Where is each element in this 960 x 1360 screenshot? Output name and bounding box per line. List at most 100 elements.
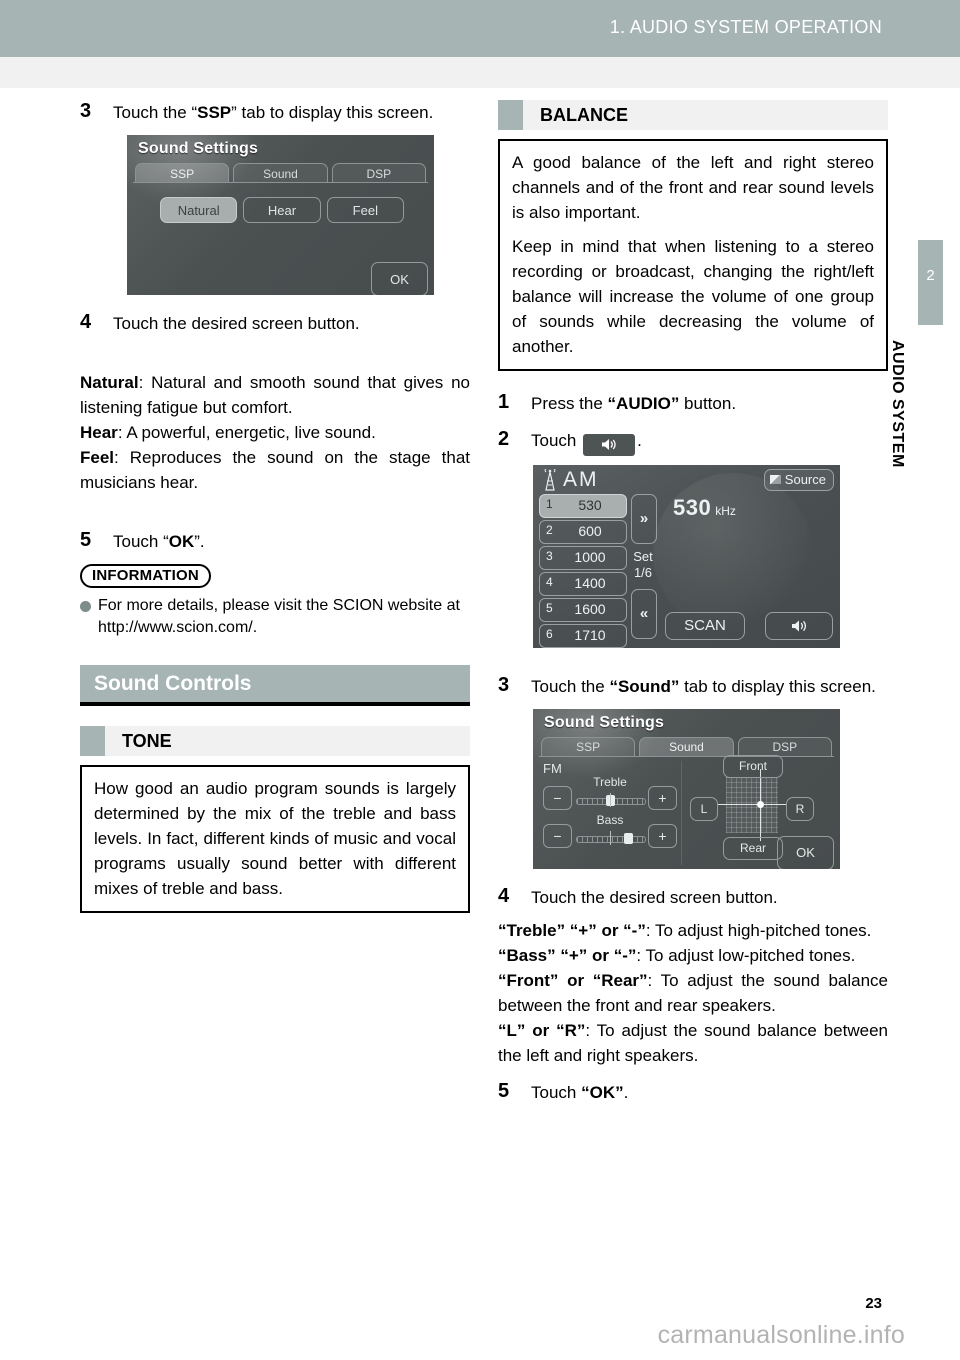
balance-paragraph-1: A good balance of the left and right ste… [512,153,874,222]
panel-divider [681,760,682,865]
tab-dsp[interactable]: DSP [737,736,832,757]
channel-label: FM [543,760,562,776]
slider-center-mark [610,830,611,845]
step-text: Touch the “Sound” tab to display this sc… [531,676,876,696]
step-number: 2 [498,428,510,450]
set-page: 1/6 [633,564,653,580]
balance-callout: A good balance of the left and right ste… [498,139,888,371]
screen-title: Sound Settings [544,713,665,731]
screen-tabs: SSP Sound DSP [133,163,428,183]
preset-frequency: 1000 [574,548,606,565]
equalizer-panel: FM − Treble + − Bass + [539,761,679,863]
ssp-button-natural[interactable]: Natural [160,197,238,223]
frequency-display: 530 kHz [673,495,736,521]
subheading-tone: TONE [80,726,470,756]
tab-dsp[interactable]: DSP [331,163,426,183]
balance-paragraph-2: Keep in mind that when listening to a st… [512,237,874,356]
section-heading-sound-controls: Sound Controls [80,665,470,706]
right-step-1: 1 Press the “AUDIO” button. [498,391,888,416]
bullet-icon [80,601,91,612]
preset-button-2[interactable]: 2 600 [539,519,627,544]
page-header-band [0,57,960,88]
treble-slider[interactable]: Treble [576,775,646,809]
slider-center-mark [610,792,611,807]
subheading-swatch [80,726,105,756]
treble-plus-button[interactable]: + [648,785,677,810]
tab-separator [539,755,834,757]
fader-horizontal-axis [718,803,786,805]
volume-button[interactable] [765,611,833,640]
fader-position-dot [757,800,764,808]
step-number: 3 [498,673,510,696]
bass-slider[interactable]: Bass [576,813,646,847]
step-number: 1 [498,391,510,413]
watermark: carmanualsonline.info [657,1321,905,1349]
slider-knob[interactable] [623,832,633,844]
rear-button[interactable]: Rear [723,836,783,860]
step-number: 4 [80,311,92,333]
speaker-icon-button[interactable] [583,433,636,456]
scan-button[interactable]: SCAN [665,611,745,640]
next-page-button[interactable]: » [631,493,657,544]
preset-frequency: 600 [578,522,602,539]
page-number: 23 [865,1295,882,1312]
slider-track [576,835,646,843]
ok-button[interactable]: OK [777,835,834,869]
step-text: Touch the desired screen button. [531,887,778,907]
ssp-button-hear[interactable]: Hear [243,197,321,223]
adjustment-front-rear: “Front” or “Rear”: To adjust the sound b… [498,970,888,1015]
right-step-3: 3 Touch the “Sound” tab to display this … [498,674,888,699]
step-text: Touch “OK”. [531,1082,629,1102]
step-number: 5 [498,1079,510,1102]
step-text: Touch “OK”. [113,532,205,551]
tab-ssp[interactable]: SSP [135,163,230,183]
information-item: For more details, please visit the SCION… [80,595,470,639]
ok-button[interactable]: OK [371,262,428,295]
source-icon [769,474,781,484]
step-text: Press the “AUDIO” button. [531,394,737,413]
bass-minus-button[interactable]: − [543,823,572,848]
bass-plus-button[interactable]: + [648,823,677,848]
frequency-unit: kHz [715,503,736,518]
screen-title: Sound Settings [138,140,259,157]
bass-label: Bass [596,812,624,827]
step-number: 5 [80,529,92,551]
preset-frequency: 530 [578,496,602,513]
band-label: AM [563,467,599,491]
adjustment-treble: “Treble” “+” or “-”: To adjust high-pitc… [498,920,872,940]
preset-list: 1 530 2 600 3 1000 4 1400 5 1600 6 1710 [539,493,627,648]
fader-balance-grid[interactable] [718,768,786,841]
tab-separator [133,182,428,183]
tone-callout-text: How good an audio program sounds is larg… [94,779,456,898]
ssp-settings-screenshot: Sound Settings SSP Sound DSP Natural Hea… [127,135,434,295]
tab-sound[interactable]: Sound [233,163,328,183]
chapter-title-vertical: AUDIO SYSTEM [889,340,906,468]
mode-natural: Natural: Natural and smooth sound that g… [80,373,470,417]
set-label: Set [633,548,653,564]
preset-button-3[interactable]: 3 1000 [539,545,627,570]
front-button[interactable]: Front [723,754,783,778]
source-button[interactable]: Source [763,468,834,491]
right-step-2: 2 Touch . [498,428,888,456]
preset-button-4[interactable]: 4 1400 [539,571,627,596]
treble-minus-button[interactable]: − [543,785,572,810]
section-heading-text: Sound Controls [94,672,252,695]
speaker-icon [602,439,616,450]
tab-ssp[interactable]: SSP [541,736,636,757]
speaker-icon [792,620,807,631]
step-text: Touch the “SSP” tab to display this scre… [113,103,434,122]
step-text: Touch . [531,431,642,456]
previous-page-button[interactable]: « [631,588,657,639]
preset-button-6[interactable]: 6 1710 [539,623,627,648]
left-step-5: 5 Touch “OK”. [80,529,470,554]
source-label: Source [784,472,826,487]
left-button[interactable]: L [690,796,718,821]
tab-sound[interactable]: Sound [639,736,734,757]
ssp-button-feel[interactable]: Feel [326,197,404,223]
preset-button-1[interactable]: 1 530 [539,493,627,518]
step-number: 4 [498,884,510,907]
screen-tabs: SSP Sound DSP [539,736,834,757]
preset-button-5[interactable]: 5 1600 [539,597,627,622]
mode-hear: Hear: A powerful, energetic, live sound. [80,423,376,442]
right-button[interactable]: R [786,796,814,821]
